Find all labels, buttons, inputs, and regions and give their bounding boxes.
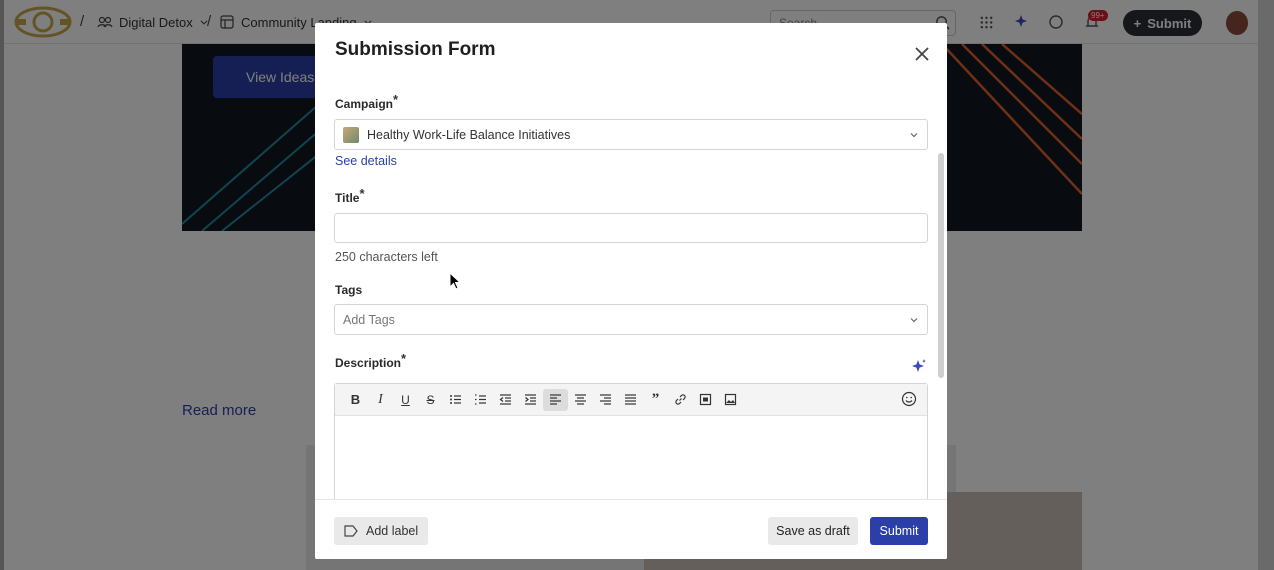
justify-icon[interactable] <box>618 389 643 411</box>
save-draft-button[interactable]: Save as draft <box>768 517 858 545</box>
characters-left-counter: 250 characters left <box>335 250 438 264</box>
tags-label: Tags <box>335 283 363 297</box>
align-center-icon[interactable] <box>568 389 593 411</box>
mouse-cursor-icon <box>449 272 461 290</box>
numbered-list-icon[interactable] <box>468 389 493 411</box>
description-label-text: Description <box>335 356 402 370</box>
blockquote-icon[interactable]: ” <box>643 389 668 411</box>
campaign-label-text: Campaign <box>335 97 394 111</box>
submit-button[interactable]: Submit <box>870 517 928 545</box>
align-right-icon[interactable] <box>593 389 618 411</box>
italic-icon[interactable]: I <box>368 389 393 411</box>
title-label-text: Title <box>335 191 360 205</box>
add-label-button[interactable]: Add label <box>334 517 428 545</box>
image-icon[interactable] <box>718 389 743 411</box>
bold-icon[interactable]: B <box>343 389 368 411</box>
ai-sparkle-icon[interactable] <box>910 358 928 376</box>
title-input[interactable] <box>334 213 928 243</box>
outdent-icon[interactable] <box>493 389 518 411</box>
required-mark: * <box>401 351 407 366</box>
modal-title: Submission Form <box>335 39 496 60</box>
submission-form-modal: Submission Form Campaign* Healthy Work-L… <box>315 23 947 559</box>
link-icon[interactable] <box>668 389 693 411</box>
tags-placeholder: Add Tags <box>343 312 395 327</box>
underline-icon[interactable]: U <box>393 389 418 411</box>
align-left-icon[interactable] <box>543 388 568 411</box>
emoji-icon[interactable] <box>901 391 917 407</box>
indent-icon[interactable] <box>518 389 543 411</box>
required-mark: * <box>359 186 365 201</box>
chevron-down-icon <box>910 318 918 323</box>
description-label: Description* <box>335 351 406 370</box>
strikethrough-icon[interactable]: S <box>418 389 443 411</box>
modal-footer: Add label Save as draft Submit <box>315 499 947 559</box>
tag-icon <box>344 525 358 537</box>
campaign-value: Healthy Work-Life Balance Initiatives <box>367 127 571 142</box>
editor-toolbar: B I U S ” <box>335 384 927 416</box>
modal-scrollbar[interactable] <box>938 153 944 378</box>
see-details-link[interactable]: See details <box>335 154 397 168</box>
campaign-select[interactable]: Healthy Work-Life Balance Initiatives <box>334 119 928 150</box>
video-icon[interactable] <box>693 389 718 411</box>
required-mark: * <box>393 92 399 107</box>
tags-select[interactable]: Add Tags <box>334 304 928 335</box>
title-label: Title* <box>335 186 365 205</box>
campaign-label: Campaign* <box>335 92 398 111</box>
campaign-thumbnail <box>343 126 359 143</box>
add-label-text: Add label <box>366 524 419 538</box>
close-icon[interactable] <box>913 45 931 63</box>
window-edge <box>0 0 4 570</box>
page-scrollbar[interactable] <box>1258 0 1274 570</box>
bullet-list-icon[interactable] <box>443 389 468 411</box>
chevron-down-icon <box>910 133 918 138</box>
